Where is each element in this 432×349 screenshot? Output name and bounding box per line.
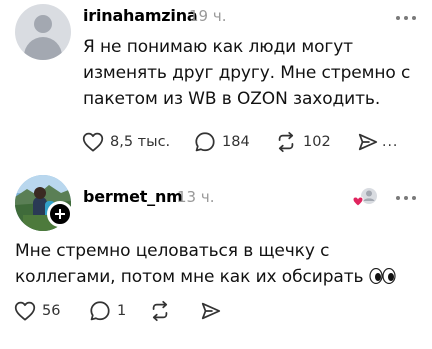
like-button[interactable]: 8,5 тыс.	[82, 130, 170, 154]
username[interactable]: bermet_nm	[83, 187, 183, 206]
post-time: 19 ч.	[189, 7, 227, 25]
author-liked-badge	[352, 186, 380, 210]
more-options-icon[interactable]	[396, 14, 418, 22]
post-text-line-content: коллегами, потом мне как их обсирать	[15, 267, 364, 287]
follow-button[interactable]	[47, 201, 73, 227]
repost-arrows-icon	[152, 300, 168, 322]
speech-bubble-icon	[90, 301, 110, 321]
repost-button[interactable]	[149, 299, 171, 323]
more-options-icon[interactable]	[396, 194, 418, 202]
post-text-line: изменять друг другу. Мне стремно с	[83, 63, 411, 83]
send-icon	[358, 133, 378, 151]
comment-button[interactable]: 1	[89, 299, 126, 323]
post-text: Мне стремно целоваться в щечку с коллега…	[15, 238, 397, 290]
heart-icon	[82, 132, 104, 152]
comment-count: 184	[222, 134, 250, 150]
avatar-shoulders-shape	[24, 37, 62, 60]
eyes-emoji-icon	[369, 266, 397, 285]
post-irinahamzina: irinahamzina 19 ч. Я не понимаю как люди…	[0, 0, 432, 168]
post-text-line: Я не понимаю как люди могут	[83, 37, 353, 57]
share-button[interactable]	[357, 130, 379, 154]
repost-arrows-icon	[278, 131, 294, 153]
comment-button[interactable]: 184	[194, 130, 250, 154]
avatar-head-shape	[34, 15, 52, 33]
send-icon	[201, 302, 221, 320]
like-button[interactable]: 56	[14, 299, 60, 323]
heart-icon	[352, 196, 364, 207]
post-time: 13 ч.	[177, 188, 215, 206]
post-text: Я не понимаю как люди могут изменять дру…	[83, 34, 410, 112]
post-text-line: пакетом из WB в OZON заходить.	[83, 89, 381, 109]
heart-icon	[14, 301, 36, 321]
comment-count: 1	[117, 303, 127, 319]
plus-icon	[55, 209, 65, 219]
repost-button[interactable]: 102	[275, 130, 331, 154]
repost-count: 102	[303, 134, 331, 150]
avatar-placeholder[interactable]	[15, 4, 71, 60]
post-text-line: коллегами, потом мне как их обсирать	[15, 264, 397, 290]
username[interactable]: irinahamzina	[83, 6, 198, 25]
speech-bubble-icon	[195, 132, 215, 152]
like-count: 56	[42, 303, 61, 319]
share-button[interactable]	[200, 299, 222, 323]
post-text-line: Мне стремно целоваться в щечку с	[15, 241, 330, 261]
share-more-text: ...	[382, 134, 399, 150]
like-count: 8,5 тыс.	[110, 134, 171, 150]
